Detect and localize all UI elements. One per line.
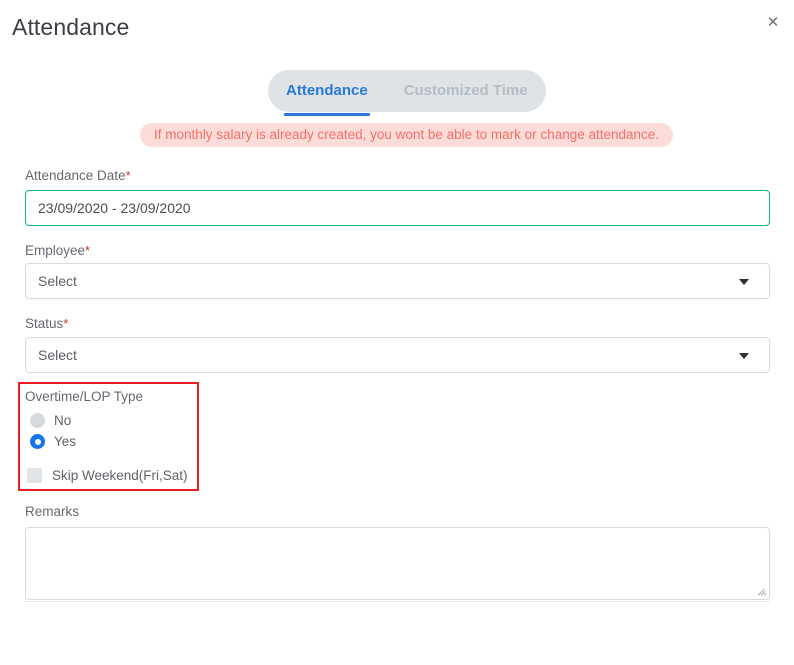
- attendance-date-required-marker: *: [125, 168, 131, 183]
- radio-selected-icon: [30, 434, 45, 449]
- close-icon[interactable]: ✕: [764, 14, 782, 32]
- remarks-textarea[interactable]: [25, 527, 770, 600]
- overtime-lop-option-no[interactable]: No: [30, 413, 71, 428]
- employee-label-text: Employee: [25, 243, 86, 258]
- tab-attendance[interactable]: Attendance: [268, 70, 386, 116]
- employee-select-value: Select: [38, 273, 77, 289]
- tab-active-underline: [284, 113, 370, 116]
- employee-required-marker: *: [85, 243, 91, 258]
- chevron-down-icon: [739, 279, 749, 285]
- tab-attendance-label: Attendance: [286, 82, 368, 99]
- footer-divider: [25, 601, 770, 602]
- radio-unselected-icon: [30, 413, 45, 428]
- overtime-lop-option-no-label: No: [54, 413, 72, 428]
- employee-select[interactable]: Select: [25, 263, 770, 299]
- remarks-label: Remarks: [25, 504, 80, 519]
- status-select[interactable]: Select: [25, 337, 770, 373]
- status-label: Status*: [25, 316, 68, 331]
- skip-weekend-checkbox-row[interactable]: Skip Weekend(Fri,Sat): [27, 468, 188, 483]
- modal-header: Attendance ✕: [0, 0, 794, 58]
- checkbox-unchecked-icon: [27, 468, 42, 483]
- tab-customized-time[interactable]: Customized Time: [386, 70, 546, 112]
- overtime-lop-option-yes-label: Yes: [54, 434, 77, 449]
- status-select-value: Select: [38, 347, 77, 363]
- page-title: Attendance: [12, 14, 130, 40]
- status-label-text: Status: [25, 316, 64, 331]
- salary-warning-banner: If monthly salary is already created, yo…: [140, 123, 674, 147]
- status-required-marker: *: [63, 316, 69, 331]
- attendance-date-label-text: Attendance Date: [25, 168, 126, 183]
- attendance-modal: Attendance ✕ Attendance Customized Time …: [0, 0, 794, 665]
- overtime-lop-label: Overtime/LOP Type: [25, 389, 144, 404]
- skip-weekend-label: Skip Weekend(Fri,Sat): [52, 468, 188, 483]
- employee-label: Employee*: [25, 243, 90, 258]
- attendance-date-input[interactable]: [25, 190, 770, 226]
- overtime-lop-option-yes[interactable]: Yes: [30, 434, 76, 449]
- attendance-date-label: Attendance Date*: [25, 168, 131, 183]
- tab-bar: Attendance Customized Time: [268, 70, 546, 116]
- tab-customized-time-label: Customized Time: [403, 82, 528, 99]
- chevron-down-icon: [739, 353, 749, 359]
